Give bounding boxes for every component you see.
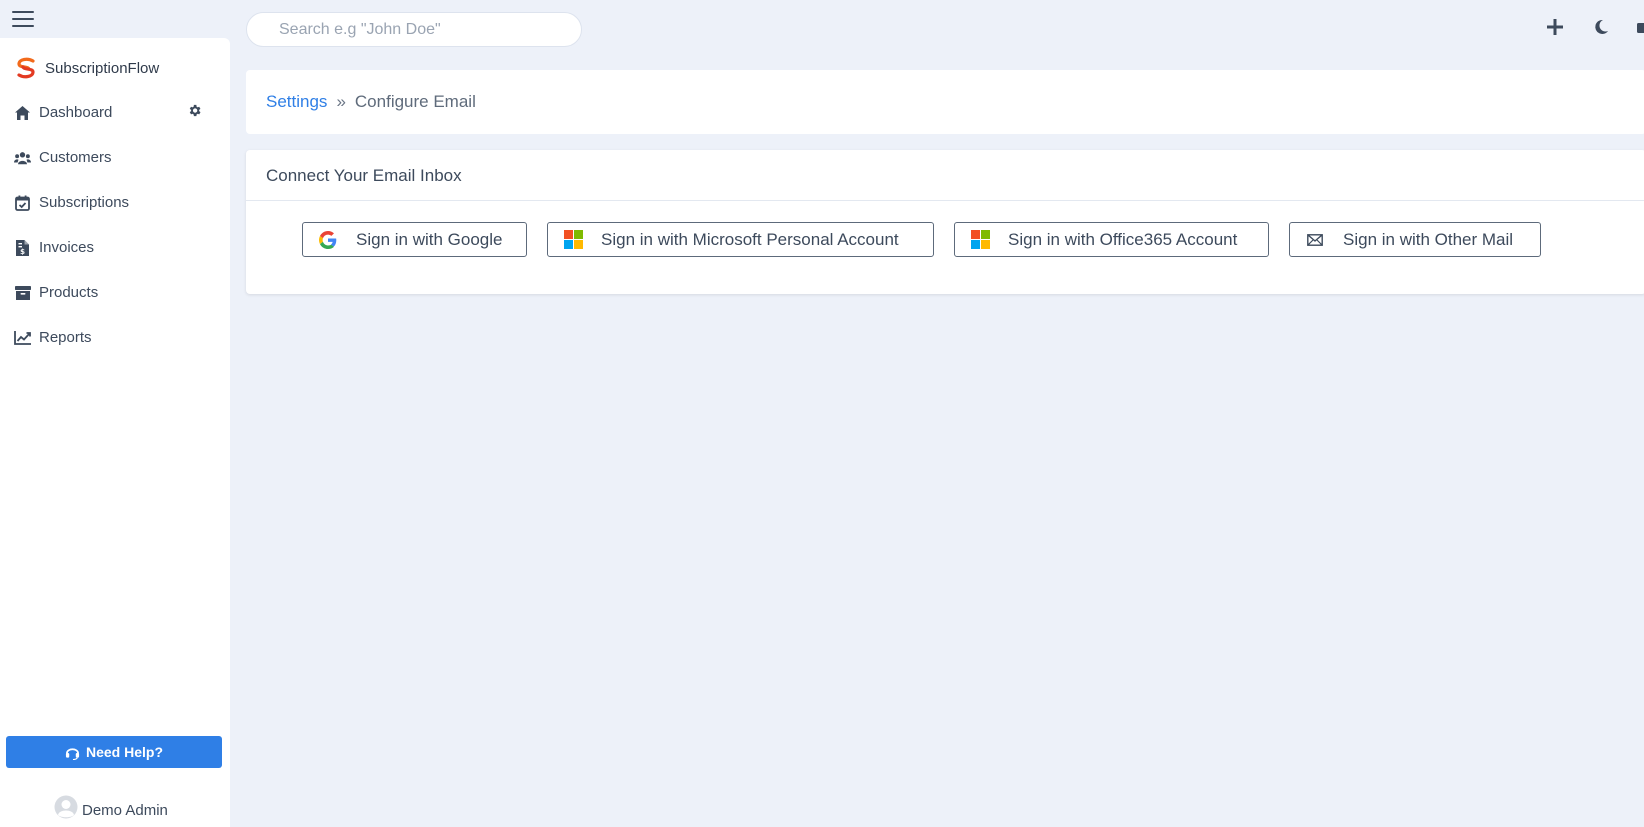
sidebar-item-products[interactable]: Products (0, 270, 230, 315)
brand[interactable]: SubscriptionFlow (14, 56, 159, 80)
home-icon (14, 104, 31, 121)
archive-icon (14, 284, 31, 301)
sign-in-other-mail-label: Sign in with Other Mail (1343, 229, 1514, 249)
office365-icon (970, 230, 990, 249)
sign-in-google-label: Sign in with Google (356, 229, 503, 249)
search-input[interactable] (246, 12, 582, 47)
need-help-button[interactable]: Need Help? (6, 736, 222, 768)
sign-in-microsoft-label: Sign in with Microsoft Personal Account (601, 229, 899, 249)
notifications-icon[interactable] (1636, 17, 1644, 37)
breadcrumb-settings-link[interactable]: Settings (266, 92, 327, 112)
connect-email-card: Connect Your Email Inbox Sign in with Go… (246, 150, 1644, 294)
sign-in-other-mail-button[interactable]: Sign in with Other Mail (1289, 222, 1541, 257)
breadcrumb: Settings » Configure Email (246, 70, 1644, 134)
sidebar-item-label: Products (39, 284, 99, 301)
sidebar-item-label: Subscriptions (39, 194, 130, 211)
sidebar-item-label: Invoices (39, 239, 95, 256)
user-name: Demo Admin (82, 802, 168, 819)
envelope-icon (1306, 231, 1324, 249)
sidebar-item-label: Dashboard (39, 104, 113, 121)
sign-in-google-button[interactable]: Sign in with Google (302, 222, 527, 257)
subscriptionflow-logo-icon (17, 57, 35, 79)
sidebar-item-reports[interactable]: Reports (0, 315, 230, 360)
breadcrumb-separator: » (336, 92, 346, 111)
user-profile[interactable]: Demo Admin (54, 794, 168, 819)
avatar-icon (54, 795, 78, 818)
svg-text:$: $ (20, 248, 25, 256)
sidebar-item-customers[interactable]: Customers (0, 135, 230, 180)
headset-icon (65, 747, 80, 760)
calendar-check-icon (14, 194, 31, 211)
users-icon (14, 149, 31, 166)
sign-in-microsoft-button[interactable]: Sign in with Microsoft Personal Account (547, 222, 934, 257)
sidebar-item-label: Reports (39, 329, 92, 346)
sidebar-item-label: Customers (39, 149, 112, 166)
sidebar-item-invoices[interactable]: $ Invoices (0, 225, 230, 270)
invoice-icon: $ (14, 239, 31, 256)
moon-icon[interactable] (1591, 17, 1611, 37)
google-icon (319, 230, 337, 249)
plus-icon[interactable] (1545, 17, 1565, 37)
sidebar: SubscriptionFlow Dashboard Customers Sub… (0, 38, 230, 827)
sidebar-nav: Dashboard Customers Subscriptions $ Invo… (0, 90, 230, 360)
sidebar-item-subscriptions[interactable]: Subscriptions (0, 180, 230, 225)
gear-icon[interactable] (187, 103, 204, 120)
menu-toggle-icon[interactable] (12, 11, 34, 27)
microsoft-icon (563, 230, 583, 249)
sign-in-office365-label: Sign in with Office365 Account (1008, 229, 1238, 249)
sign-in-office365-button[interactable]: Sign in with Office365 Account (954, 222, 1269, 257)
sidebar-item-dashboard[interactable]: Dashboard (0, 90, 230, 135)
brand-name: SubscriptionFlow (45, 59, 160, 77)
need-help-label: Need Help? (85, 744, 163, 760)
breadcrumb-current: Configure Email (354, 92, 476, 111)
chart-line-icon (14, 329, 31, 346)
card-title: Connect Your Email Inbox (246, 150, 1644, 201)
